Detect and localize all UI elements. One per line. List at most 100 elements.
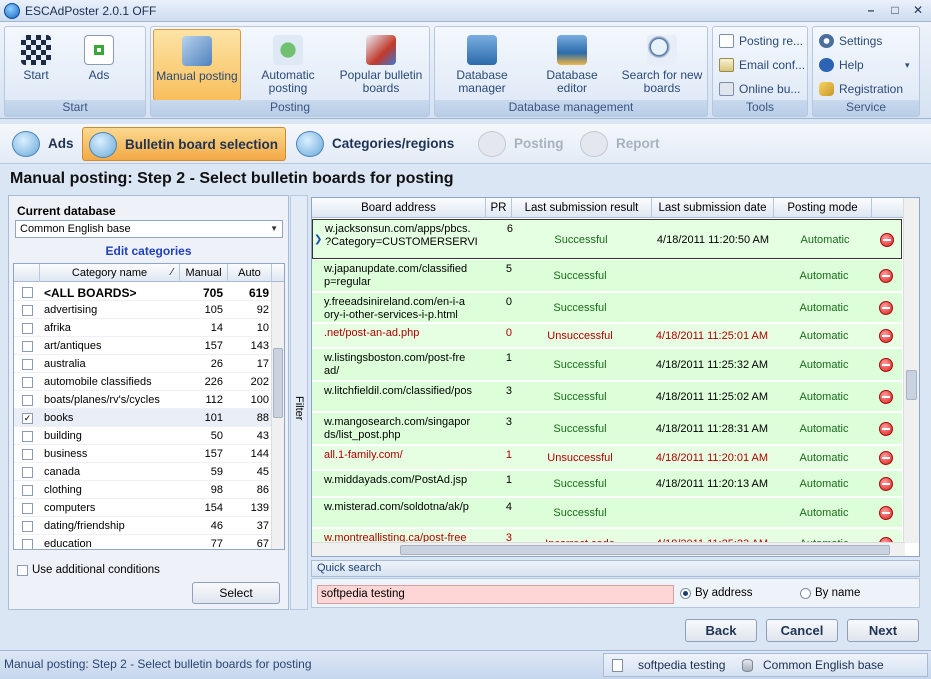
- category-checkbox[interactable]: [22, 305, 33, 316]
- remove-icon[interactable]: [879, 269, 893, 283]
- category-checkbox[interactable]: [22, 503, 33, 514]
- mode-header[interactable]: Posting mode: [774, 198, 872, 218]
- category-checkbox[interactable]: [22, 467, 33, 478]
- category-row[interactable]: <ALL BOARDS> 705 619: [14, 283, 272, 301]
- category-checkbox[interactable]: [22, 287, 33, 298]
- remove-icon[interactable]: [879, 301, 893, 315]
- remove-icon[interactable]: [879, 390, 893, 404]
- by-name-radio[interactable]: [800, 588, 811, 599]
- step-ads[interactable]: Ads: [6, 127, 78, 161]
- board-row[interactable]: ❯ w.jacksonsun.com/apps/pbcs. ?Category=CU…: [312, 219, 902, 259]
- category-row[interactable]: ✓ books 101 88: [14, 409, 272, 427]
- database-manager-button[interactable]: Database manager: [439, 29, 525, 101]
- category-row[interactable]: business 157 144: [14, 445, 272, 463]
- board-row[interactable]: w.middayads.com/PostAd.jsp 1 Successful 4/1…: [312, 471, 902, 497]
- start-button[interactable]: Start: [9, 29, 63, 101]
- boards-vertical-scrollbar[interactable]: [903, 198, 919, 543]
- ribbon: Start Ads Start Manual posting Automatic…: [0, 22, 931, 119]
- checkbox[interactable]: [17, 565, 28, 576]
- board-row[interactable]: y.freeadsinireland.com/en-i-a ory-i-other…: [312, 293, 902, 323]
- category-row[interactable]: advertising 105 92: [14, 301, 272, 319]
- status-database: Common English base: [763, 658, 884, 672]
- category-row[interactable]: education 77 67: [14, 535, 272, 549]
- by-address-radio[interactable]: [680, 588, 691, 599]
- board-row[interactable]: w.misterad.com/soldotna/ak/p 4 Successful A…: [312, 498, 902, 528]
- minimize-button[interactable]: –: [860, 2, 882, 19]
- select-button[interactable]: Select: [192, 582, 280, 604]
- category-checkbox[interactable]: [22, 359, 33, 370]
- back-button[interactable]: Back: [685, 619, 757, 642]
- database-editor-button[interactable]: Database editor: [531, 29, 613, 101]
- board-row[interactable]: all.1-family.com/1 Unsuccessful 4/18/2011 …: [312, 446, 902, 470]
- remove-icon[interactable]: [880, 233, 894, 247]
- posting-report-button[interactable]: Posting re...: [715, 31, 807, 51]
- category-name-header[interactable]: Category name ⁄: [40, 264, 180, 282]
- category-row[interactable]: afrika 14 10: [14, 319, 272, 337]
- chevron-down-icon[interactable]: ▾: [905, 55, 910, 75]
- ads-button[interactable]: Ads: [69, 29, 129, 101]
- scroll-thumb[interactable]: [906, 370, 917, 400]
- category-checkbox[interactable]: [22, 395, 33, 406]
- step-bulletin-board-selection[interactable]: Bulletin board selection: [82, 127, 286, 161]
- date-header[interactable]: Last submission date: [652, 198, 774, 218]
- category-checkbox[interactable]: [22, 341, 33, 352]
- scroll-thumb[interactable]: [400, 545, 890, 555]
- step-categories-regions[interactable]: Categories/regions: [290, 127, 468, 161]
- settings-button[interactable]: Settings: [815, 31, 915, 51]
- category-checkbox[interactable]: [22, 377, 33, 388]
- scroll-thumb[interactable]: [273, 348, 283, 418]
- online-boards-button[interactable]: Online bu...: [715, 79, 807, 99]
- remove-icon[interactable]: [879, 451, 893, 465]
- category-checkbox[interactable]: [22, 485, 33, 496]
- board-row[interactable]: .net/post-an-ad.php 0 Unsuccessful 4/18/201…: [312, 324, 902, 348]
- board-address-header[interactable]: Board address: [312, 198, 486, 218]
- category-row[interactable]: dating/friendship 46 37: [14, 517, 272, 535]
- remove-icon[interactable]: [879, 506, 893, 520]
- cancel-button[interactable]: Cancel: [766, 619, 838, 642]
- search-boards-button[interactable]: Search for new boards: [619, 29, 705, 101]
- remove-icon[interactable]: [879, 329, 893, 343]
- maximize-button[interactable]: □: [884, 2, 906, 19]
- use-additional-conditions[interactable]: Use additional conditions: [17, 564, 160, 576]
- category-checkbox[interactable]: [22, 431, 33, 442]
- manual-header[interactable]: Manual: [180, 264, 228, 282]
- boards-horizontal-scrollbar[interactable]: [312, 542, 905, 556]
- next-button[interactable]: Next: [847, 619, 919, 642]
- remove-icon[interactable]: [879, 477, 893, 491]
- email-config-button[interactable]: Email conf...: [715, 55, 807, 75]
- category-scrollbar[interactable]: [271, 282, 284, 549]
- edit-categories-link[interactable]: Edit categories: [9, 244, 288, 258]
- pr-header[interactable]: PR: [486, 198, 512, 218]
- help-button[interactable]: Help ▾: [815, 55, 915, 75]
- category-name: art/antiques: [44, 340, 102, 352]
- popular-boards-button[interactable]: Popular bulletin boards: [335, 29, 427, 101]
- category-row[interactable]: computers 154 139: [14, 499, 272, 517]
- category-row[interactable]: boats/planes/rv's/cycles 112 100: [14, 391, 272, 409]
- quick-search-input[interactable]: softpedia testing: [317, 585, 674, 604]
- category-row[interactable]: canada 59 45: [14, 463, 272, 481]
- auto-header[interactable]: Auto: [228, 264, 272, 282]
- category-row[interactable]: building 50 43: [14, 427, 272, 445]
- remove-icon[interactable]: [879, 422, 893, 436]
- category-row[interactable]: art/antiques 157 143: [14, 337, 272, 355]
- remove-icon[interactable]: [879, 358, 893, 372]
- board-row[interactable]: w.japanupdate.com/classified p=regular 5 Su…: [312, 260, 902, 292]
- category-checkbox[interactable]: [22, 449, 33, 460]
- filter-toggle[interactable]: Filter: [290, 195, 308, 610]
- registration-button[interactable]: Registration: [815, 79, 915, 99]
- result-header[interactable]: Last submission result: [512, 198, 652, 218]
- board-row[interactable]: w.listingsboston.com/post-fre ad/1 Success…: [312, 349, 902, 381]
- close-button[interactable]: ✕: [907, 2, 929, 19]
- category-row[interactable]: automobile classifieds 226 202: [14, 373, 272, 391]
- category-checkbox[interactable]: [22, 323, 33, 334]
- category-checkbox[interactable]: [22, 539, 33, 549]
- board-row[interactable]: w.litchfieldil.com/classified/pos 3 Succes…: [312, 382, 902, 412]
- category-checkbox[interactable]: [22, 521, 33, 532]
- manual-posting-button[interactable]: Manual posting: [153, 29, 241, 101]
- category-checkbox[interactable]: ✓: [22, 413, 33, 424]
- database-select[interactable]: Common English base ▼: [15, 220, 283, 238]
- automatic-posting-button[interactable]: Automatic posting: [247, 29, 329, 101]
- board-row[interactable]: w.mangosearch.com/singapor ds/list_post.p…: [312, 413, 902, 445]
- category-row[interactable]: australia 26 17: [14, 355, 272, 373]
- category-row[interactable]: clothing 98 86: [14, 481, 272, 499]
